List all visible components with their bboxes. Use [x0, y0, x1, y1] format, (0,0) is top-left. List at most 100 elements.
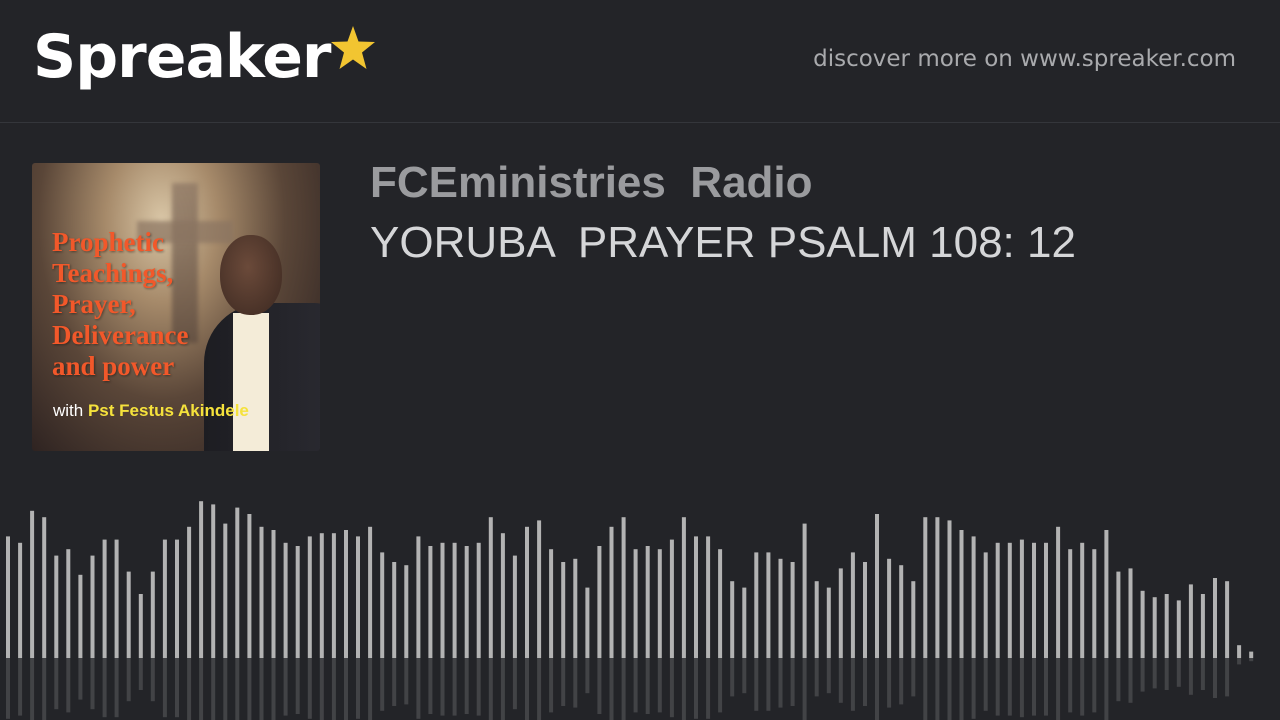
waveform-bar — [863, 562, 867, 658]
waveform-bar-reflection — [54, 658, 59, 710]
waveform-bar-reflection — [295, 658, 300, 714]
waveform-bar — [500, 533, 505, 658]
audio-waveform[interactable] — [0, 500, 1280, 720]
waveform-bar — [512, 555, 517, 658]
waveform-bar — [887, 558, 892, 658]
waveform-bar-reflection — [1249, 658, 1254, 662]
waveform-bar-reflection — [90, 658, 95, 710]
waveform-bar — [1068, 549, 1073, 658]
waveform-bar-reflection — [826, 658, 831, 694]
waveform-bar — [30, 510, 35, 658]
waveform-bar — [935, 517, 940, 658]
waveform-bar — [66, 549, 71, 658]
waveform-bar-reflection — [802, 658, 807, 720]
waveform-bar — [1140, 590, 1145, 658]
waveform-bar — [271, 530, 276, 658]
waveform-bar — [621, 517, 626, 658]
waveform-bar — [838, 568, 843, 658]
waveform-bar — [235, 507, 240, 658]
waveform-bar — [42, 517, 47, 658]
episode-title[interactable]: YORUBA PRAYER PSALM 108: 12 — [370, 218, 1076, 268]
waveform-bar-reflection — [694, 658, 698, 719]
waveform-bar — [549, 549, 554, 658]
waveform-bar-reflection — [621, 658, 626, 720]
waveform-bar-reflection — [344, 658, 348, 720]
waveform-bar-reflection — [380, 658, 385, 711]
waveform-bar-reflection — [199, 658, 204, 720]
waveform-bar — [645, 546, 650, 658]
waveform-bar — [102, 539, 107, 658]
waveform-bar — [54, 555, 59, 658]
waveform-bar-reflection — [42, 658, 47, 720]
waveform-bar-reflection — [452, 658, 457, 716]
waveform-bar — [609, 526, 614, 658]
waveform-bar — [1225, 581, 1230, 658]
waveform-bar — [561, 562, 566, 658]
waveform-bar — [1164, 594, 1169, 658]
waveform-bar-reflection — [368, 658, 373, 720]
waveform-bar-reflection — [102, 658, 107, 718]
waveform-bar — [766, 552, 771, 658]
discover-more-link[interactable]: discover more on www.spreaker.com — [813, 46, 1236, 72]
waveform-bar — [162, 539, 167, 658]
cover-with-text: with — [53, 401, 84, 420]
waveform-bar-reflection — [247, 658, 252, 720]
waveform-bar-reflection — [790, 658, 795, 706]
waveform-bar — [1116, 571, 1121, 658]
waveform-bar — [428, 546, 433, 658]
waveform-bar-reflection — [1092, 658, 1097, 713]
waveform-bar-reflection — [1188, 658, 1193, 695]
waveform-bar-reflection — [899, 658, 904, 705]
waveform-bar-reflection — [6, 658, 10, 719]
waveform-bar-reflection — [392, 658, 397, 706]
waveform-bar — [247, 514, 252, 658]
waveform-bar — [1249, 651, 1254, 658]
waveform-bar-reflection — [235, 658, 240, 720]
waveform-bar — [488, 517, 493, 658]
waveform-bar-reflection — [356, 658, 360, 719]
waveform-bar — [1080, 542, 1085, 658]
waveform-bar — [1200, 594, 1205, 658]
waveform-bar-reflection — [766, 658, 771, 711]
waveform-bar — [899, 565, 904, 658]
waveform-bar — [404, 565, 409, 658]
waveform-bar — [380, 552, 385, 658]
waveform-bar — [790, 562, 795, 658]
waveform-bar-reflection — [561, 658, 566, 706]
waveform-bar-reflection — [187, 658, 192, 720]
waveform-bar — [6, 536, 10, 658]
waveform-bar-reflection — [1237, 658, 1242, 665]
waveform-bar — [392, 562, 397, 658]
waveform-bar-reflection — [162, 658, 167, 718]
waveform-bar — [947, 520, 952, 658]
waveform-bar-reflection — [1200, 658, 1205, 690]
waveform-bar — [995, 542, 1000, 658]
waveform-bar-reflection — [742, 658, 747, 694]
waveform-bar-reflection — [995, 658, 1000, 716]
waveform-bar-reflection — [983, 658, 988, 711]
waveform-bar-reflection — [863, 658, 867, 706]
logo-text: Spreaker — [33, 22, 332, 92]
waveform-bar — [669, 539, 674, 658]
waveform-bar-reflection — [959, 658, 964, 720]
waveform-bar — [657, 549, 662, 658]
waveform-bar-reflection — [512, 658, 517, 710]
waveform-bar-reflection — [30, 658, 35, 720]
waveform-bar — [223, 523, 228, 658]
waveform-bar-reflection — [537, 658, 542, 720]
waveform-bar — [476, 542, 481, 658]
waveform-bar — [344, 530, 348, 658]
waveform-bar — [1176, 600, 1181, 658]
waveform-bar-reflection — [1225, 658, 1230, 697]
waveform-bar-reflection — [645, 658, 650, 714]
waveform-bar-reflection — [778, 658, 783, 708]
spreaker-logo[interactable]: Spreaker — [33, 22, 377, 92]
waveform-bar-reflection — [875, 658, 879, 720]
waveform-bar-reflection — [573, 658, 578, 708]
show-title[interactable]: FCEministries Radio — [370, 158, 813, 208]
waveform-bar-reflection — [500, 658, 505, 720]
waveform-bar-reflection — [549, 658, 554, 713]
waveform-bar — [1007, 542, 1012, 658]
waveform-bar — [1104, 530, 1109, 658]
waveform-bar-reflection — [223, 658, 228, 720]
